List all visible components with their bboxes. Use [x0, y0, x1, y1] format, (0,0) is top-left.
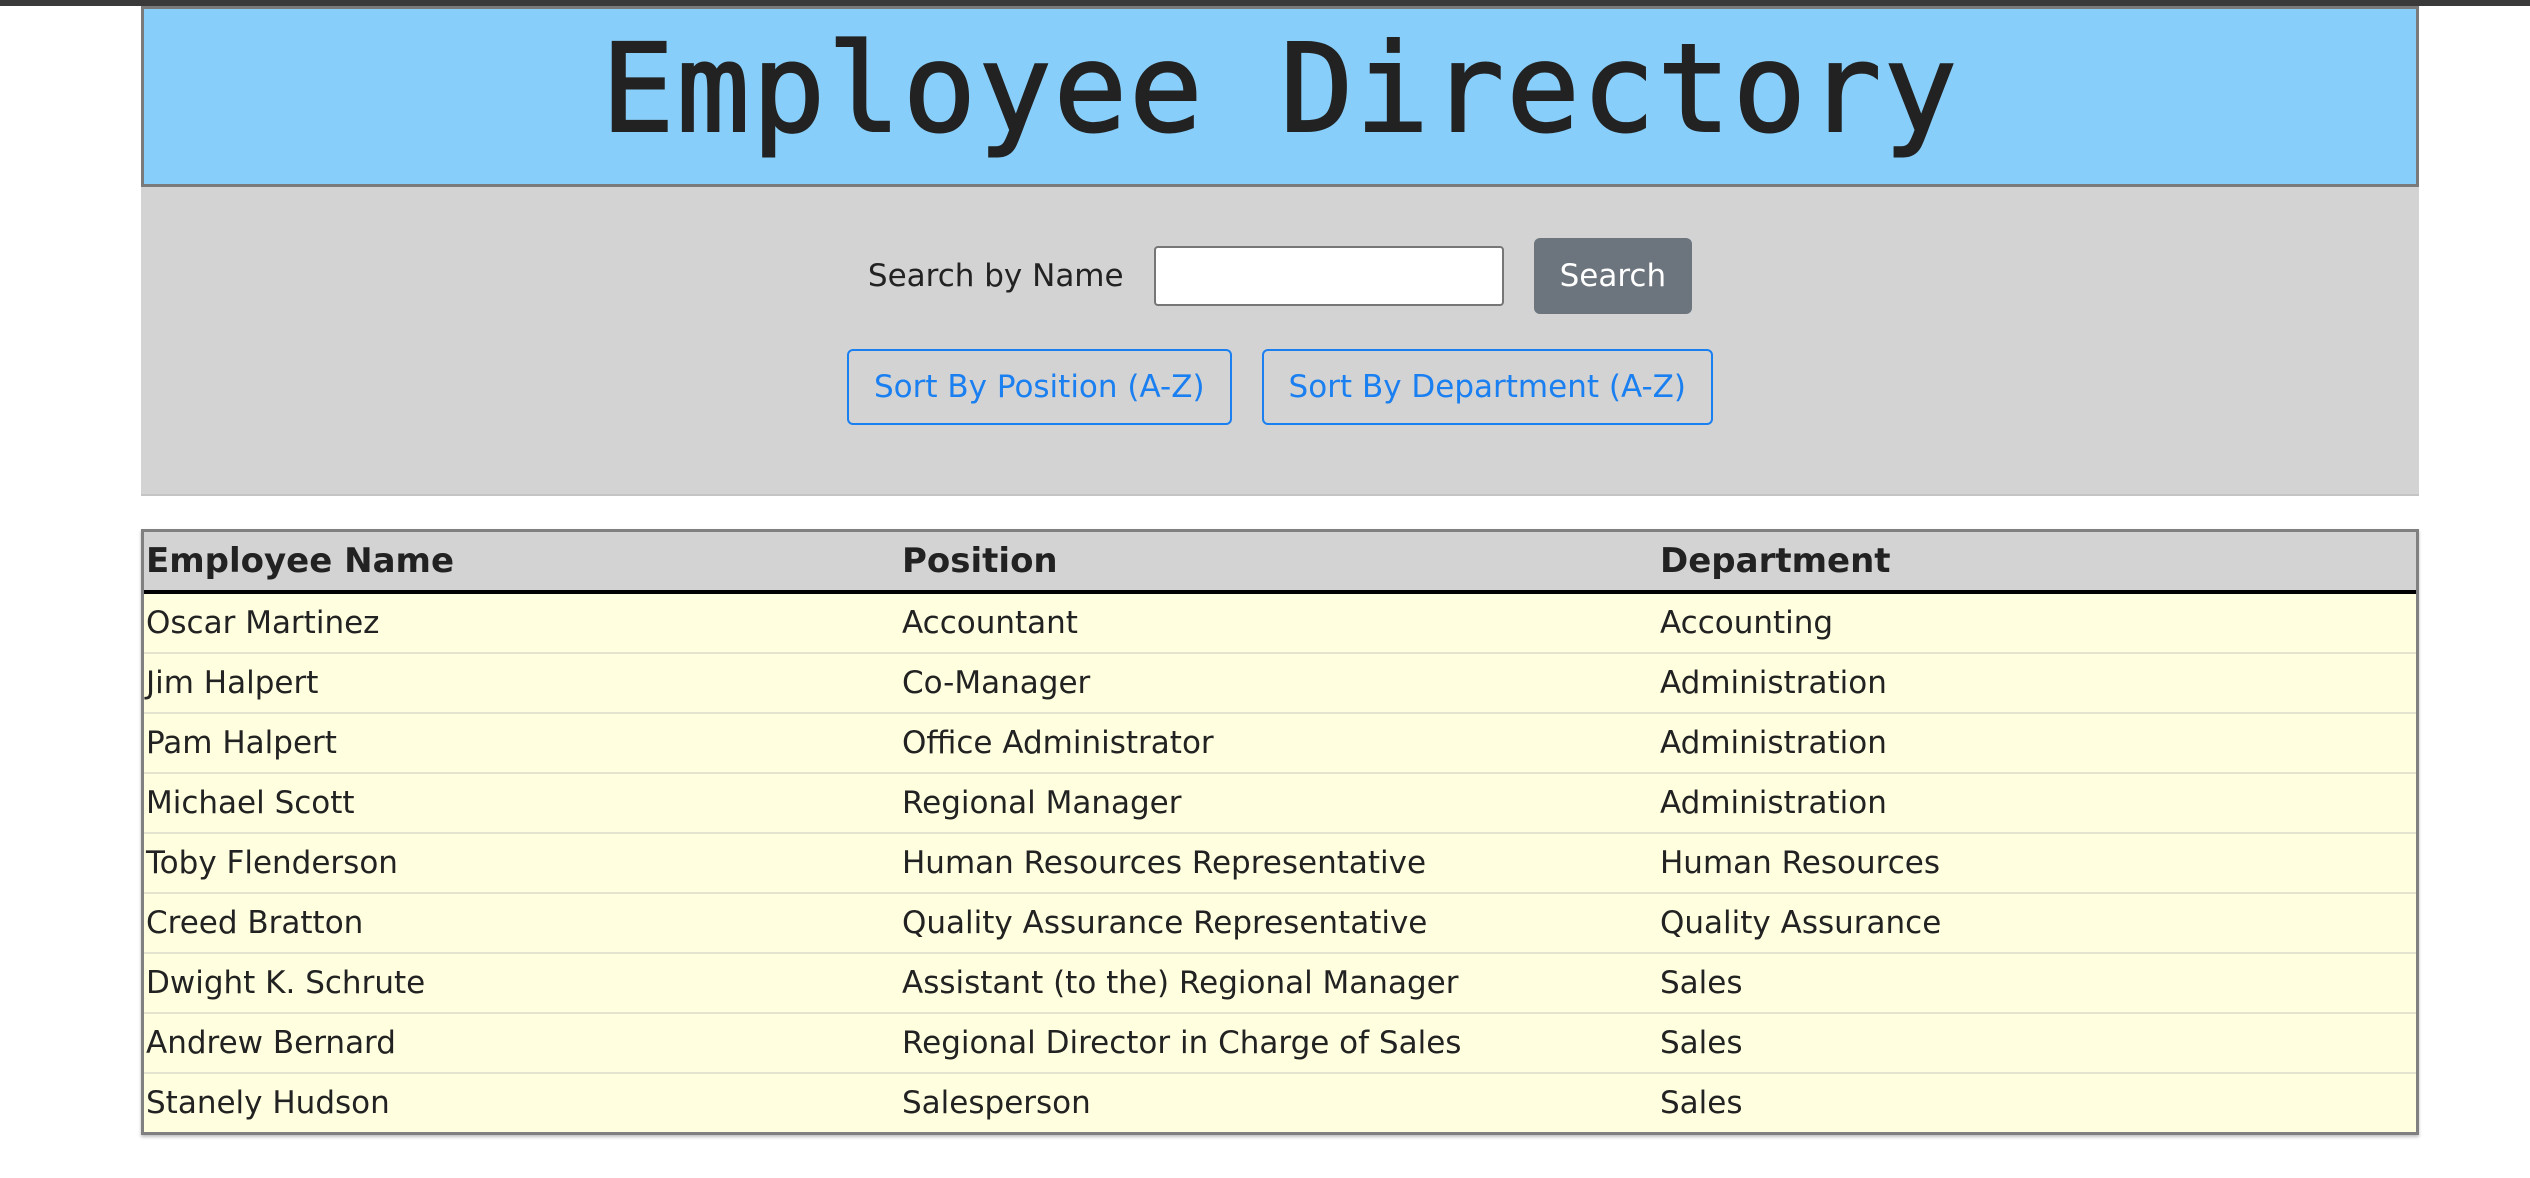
cell-department: Accounting	[1658, 592, 2416, 654]
cell-employee-name: Pam Halpert	[144, 713, 900, 774]
cell-employee-name: Oscar Martinez	[144, 592, 900, 654]
cell-department: Administration	[1658, 653, 2416, 714]
table-row: Creed Bratton Quality Assurance Represen…	[144, 893, 2416, 954]
table-row: Oscar Martinez Accountant Accounting	[144, 592, 2416, 654]
cell-position: Accountant	[900, 592, 1658, 654]
cell-department: Sales	[1658, 1013, 2416, 1074]
cell-employee-name: Dwight K. Schrute	[144, 953, 900, 1014]
cell-position: Office Administrator	[900, 713, 1658, 774]
column-header-department[interactable]: Department	[1658, 532, 2416, 594]
cell-position: Co-Manager	[900, 653, 1658, 714]
table-row: Jim Halpert Co-Manager Administration	[144, 653, 2416, 714]
cell-department: Human Resources	[1658, 833, 2416, 894]
search-button[interactable]: Search	[1533, 238, 1693, 314]
cell-position: Human Resources Representative	[900, 833, 1658, 894]
table-row: Toby Flenderson Human Resources Represen…	[144, 833, 2416, 894]
cell-employee-name: Jim Halpert	[144, 653, 900, 714]
employee-table: Employee Name Position Department Oscar …	[144, 532, 2416, 1132]
cell-department: Administration	[1658, 713, 2416, 774]
table-row: Andrew Bernard Regional Director in Char…	[144, 1013, 2416, 1074]
page-header: Employee Directory	[141, 6, 2419, 187]
cell-employee-name: Michael Scott	[144, 773, 900, 834]
cell-employee-name: Creed Bratton	[144, 893, 900, 954]
table-header-row: Employee Name Position Department	[144, 532, 2416, 594]
search-row: Search by Name Search	[141, 238, 2419, 314]
employee-table-wrapper: Employee Name Position Department Oscar …	[141, 529, 2419, 1135]
cell-employee-name: Toby Flenderson	[144, 833, 900, 894]
cell-department: Quality Assurance	[1658, 893, 2416, 954]
cell-department: Administration	[1658, 773, 2416, 834]
page-title: Employee Directory	[600, 17, 1960, 161]
column-header-name[interactable]: Employee Name	[144, 532, 900, 594]
table-row: Stanely Hudson Salesperson Sales	[144, 1073, 2416, 1132]
cell-position: Quality Assurance Representative	[900, 893, 1658, 954]
cell-position: Salesperson	[900, 1073, 1658, 1132]
sort-by-position-button[interactable]: Sort By Position (A-Z)	[846, 349, 1232, 425]
sort-row: Sort By Position (A-Z) Sort By Departmen…	[141, 349, 2419, 425]
controls-panel: Search by Name Search Sort By Position (…	[141, 187, 2419, 496]
cell-position: Regional Director in Charge of Sales	[900, 1013, 1658, 1074]
cell-department: Sales	[1658, 953, 2416, 1014]
cell-department: Sales	[1658, 1073, 2416, 1132]
cell-position: Regional Manager	[900, 773, 1658, 834]
table-row: Pam Halpert Office Administrator Adminis…	[144, 713, 2416, 774]
cell-position: Assistant (to the) Regional Manager	[900, 953, 1658, 1014]
table-row: Michael Scott Regional Manager Administr…	[144, 773, 2416, 834]
table-row: Dwight K. Schrute Assistant (to the) Reg…	[144, 953, 2416, 1014]
search-label: Search by Name	[867, 258, 1124, 294]
cell-employee-name: Stanely Hudson	[144, 1073, 900, 1132]
app-container: Employee Directory Search by Name Search…	[141, 6, 2419, 1135]
column-header-position[interactable]: Position	[900, 532, 1658, 594]
cell-employee-name: Andrew Bernard	[144, 1013, 900, 1074]
sort-by-department-button[interactable]: Sort By Department (A-Z)	[1261, 349, 1713, 425]
search-input[interactable]	[1153, 246, 1504, 306]
